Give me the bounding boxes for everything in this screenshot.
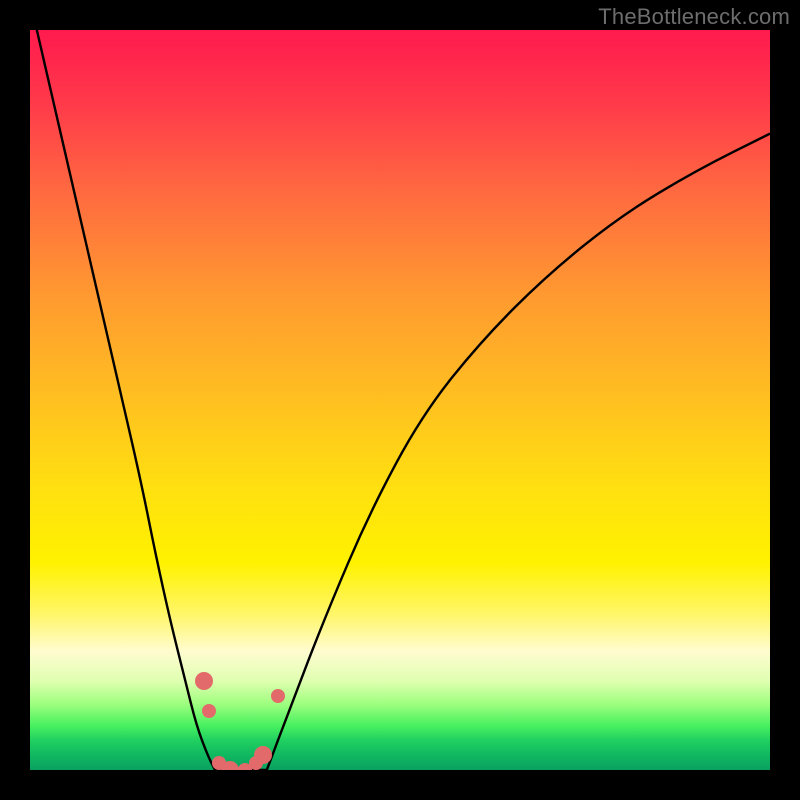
watermark-text: TheBottleneck.com — [598, 4, 790, 30]
data-marker — [195, 672, 213, 690]
plot-area — [30, 30, 770, 770]
data-marker — [202, 704, 216, 718]
curve-path — [30, 30, 770, 770]
bottleneck-curve — [30, 30, 770, 770]
data-marker — [271, 689, 285, 703]
data-marker — [254, 746, 272, 764]
chart-frame: TheBottleneck.com — [0, 0, 800, 800]
